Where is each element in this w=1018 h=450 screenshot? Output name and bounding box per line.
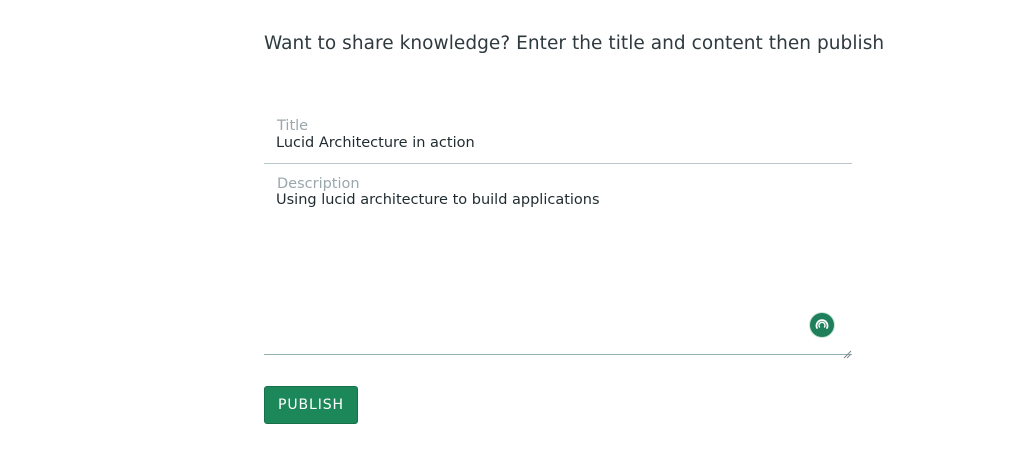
grammar-assistant-glyph — [815, 319, 829, 329]
page-heading: Want to share knowledge? Enter the title… — [264, 33, 885, 54]
grammar-assistant-icon[interactable] — [810, 313, 834, 337]
publish-button[interactable]: PUBLISH — [264, 386, 358, 424]
description-label: Description — [277, 176, 360, 192]
title-input[interactable]: Lucid Architecture in action — [276, 135, 475, 151]
description-field[interactable]: Description Using lucid architecture to … — [264, 174, 852, 359]
title-label: Title — [277, 118, 309, 134]
description-textarea[interactable]: Using lucid architecture to build applic… — [276, 192, 600, 208]
resize-handle-icon[interactable] — [842, 344, 852, 359]
title-field[interactable]: Title Lucid Architecture in action — [264, 116, 852, 164]
publish-article-page: Want to share knowledge? Enter the title… — [0, 0, 1018, 450]
